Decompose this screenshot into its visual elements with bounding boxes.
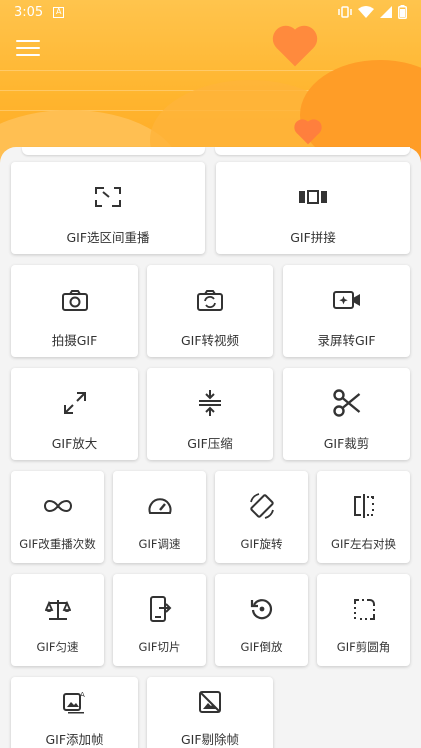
- convert-video-icon: [197, 290, 223, 311]
- rotate-icon: [249, 493, 274, 519]
- compress-icon: [199, 390, 221, 416]
- feature-gif-uniform-speed[interactable]: GIF匀速: [11, 574, 104, 666]
- balance-icon: [44, 600, 71, 620]
- feature-gif-round-corner[interactable]: GIF剪圆角: [317, 574, 410, 666]
- previous-row-edge: [215, 147, 410, 155]
- round-corner-icon: [353, 599, 375, 620]
- feature-gif-splice[interactable]: GIF拼接: [216, 162, 410, 254]
- slice-icon: [149, 596, 171, 622]
- feature-label: GIF转视频: [180, 333, 240, 348]
- feature-gif-remove-frame[interactable]: GIF剔除帧: [147, 677, 273, 748]
- reverse-icon: [250, 599, 272, 620]
- feature-gif-range-replay[interactable]: GIF选区间重播: [11, 162, 205, 254]
- feature-gif-add-frame[interactable]: A GIF添加帧: [11, 677, 138, 748]
- feature-gif-flip[interactable]: GIF左右对换: [317, 471, 410, 563]
- feature-gif-reverse[interactable]: GIF倒放: [215, 574, 308, 666]
- feature-gif-to-video[interactable]: GIF转视频: [147, 265, 273, 357]
- feature-label: GIF添加帧: [45, 732, 104, 747]
- feature-gif-crop[interactable]: GIF裁剪: [283, 368, 410, 460]
- feature-label: GIF左右对换: [331, 537, 396, 551]
- signal-icon: [380, 6, 392, 18]
- feature-gif-rotate[interactable]: GIF旋转: [215, 471, 308, 563]
- feature-label: 录屏转GIF: [317, 333, 376, 348]
- feature-label: GIF调速: [138, 537, 181, 551]
- menu-button[interactable]: [16, 40, 40, 60]
- camera-icon: [61, 290, 88, 311]
- feature-gif-enlarge[interactable]: GIF放大: [11, 368, 138, 460]
- expand-icon: [63, 392, 86, 414]
- feature-label: GIF匀速: [36, 640, 79, 654]
- feature-label: 拍摄GIF: [51, 333, 98, 348]
- feature-label: GIF拼接: [290, 230, 336, 245]
- feature-label: GIF剔除帧: [180, 732, 240, 747]
- remove-frame-icon: [199, 691, 221, 713]
- status-bar: 3:05 A: [0, 0, 421, 24]
- add-frame-icon: A: [62, 691, 85, 714]
- flip-icon: [353, 494, 374, 518]
- feature-label: GIF选区间重播: [66, 230, 150, 245]
- infinity-icon: [43, 499, 72, 513]
- notification-icon: A: [53, 6, 65, 18]
- status-time: 3:05: [14, 4, 44, 20]
- feature-label: GIF旋转: [240, 537, 283, 551]
- wifi-icon: [358, 6, 374, 18]
- feature-gif-slice[interactable]: GIF切片: [113, 574, 206, 666]
- range-replay-icon: [95, 187, 121, 207]
- previous-row-edge: [22, 147, 205, 155]
- svg-text:A: A: [80, 691, 85, 699]
- screen-record-icon: [332, 291, 360, 309]
- battery-icon: [398, 5, 407, 19]
- feature-label: GIF倒放: [240, 640, 283, 654]
- feature-label: GIF压缩: [187, 436, 233, 451]
- feature-shoot-gif[interactable]: 拍摄GIF: [11, 265, 138, 357]
- feature-label: GIF裁剪: [323, 436, 370, 451]
- feature-screen-record-gif[interactable]: 录屏转GIF: [283, 265, 410, 357]
- feature-label: GIF剪圆角: [336, 640, 391, 654]
- vibrate-icon: [338, 6, 352, 18]
- feature-label: GIF改重播次数: [19, 537, 96, 551]
- feature-label: GIF放大: [51, 436, 98, 451]
- feature-gif-compress[interactable]: GIF压缩: [147, 368, 273, 460]
- scissors-icon: [332, 389, 360, 417]
- splice-icon: [299, 190, 327, 204]
- heart-decoration-icon: [276, 29, 314, 67]
- speedometer-icon: [148, 498, 171, 514]
- feature-gif-speed[interactable]: GIF调速: [113, 471, 206, 563]
- feature-gif-loop-count[interactable]: GIF改重播次数: [11, 471, 104, 563]
- feature-label: GIF切片: [138, 640, 181, 654]
